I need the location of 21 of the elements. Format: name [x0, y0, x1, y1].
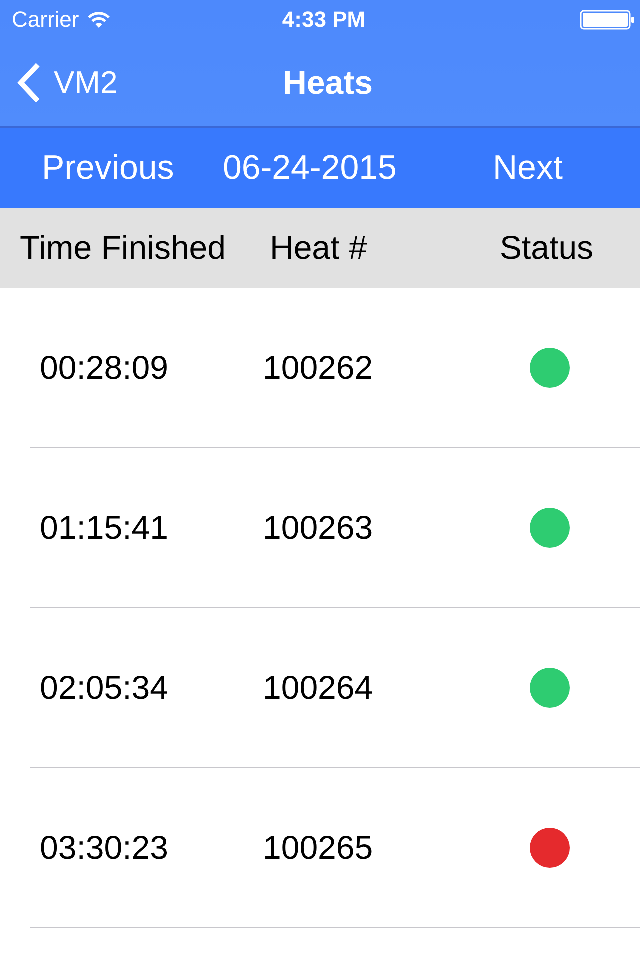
back-chevron-icon: [16, 62, 42, 104]
time-cell-text: 01:15:41: [40, 508, 170, 546]
next-button[interactable]: Next: [489, 144, 567, 192]
battery-icon: [580, 10, 636, 30]
heat-number-cell-text: 100265: [263, 828, 374, 866]
heat-number-cell-text: 100264: [263, 668, 374, 706]
column-header: Heat #: [270, 229, 368, 267]
carrier-label: Carrier: [12, 9, 80, 31]
nav-title: Heats: [283, 64, 373, 102]
time-cell-text: 02:05:34: [40, 668, 170, 706]
date-label: 06-24-2015: [223, 148, 398, 188]
status-time: 4:33 PM: [282, 9, 366, 31]
wifi-icon: [87, 11, 112, 29]
column-header: Time Finished: [20, 229, 228, 267]
column-header: Status: [500, 229, 595, 267]
heat-number-cell-text: 100262: [263, 348, 374, 386]
time-cell-text: 00:28:09: [40, 348, 170, 386]
time-cell-text: 03:30:23: [40, 828, 170, 866]
heat-number-cell-text: 100263: [263, 508, 374, 546]
back-button[interactable]: VM2: [16, 62, 118, 104]
previous-button[interactable]: Previous: [38, 144, 178, 192]
